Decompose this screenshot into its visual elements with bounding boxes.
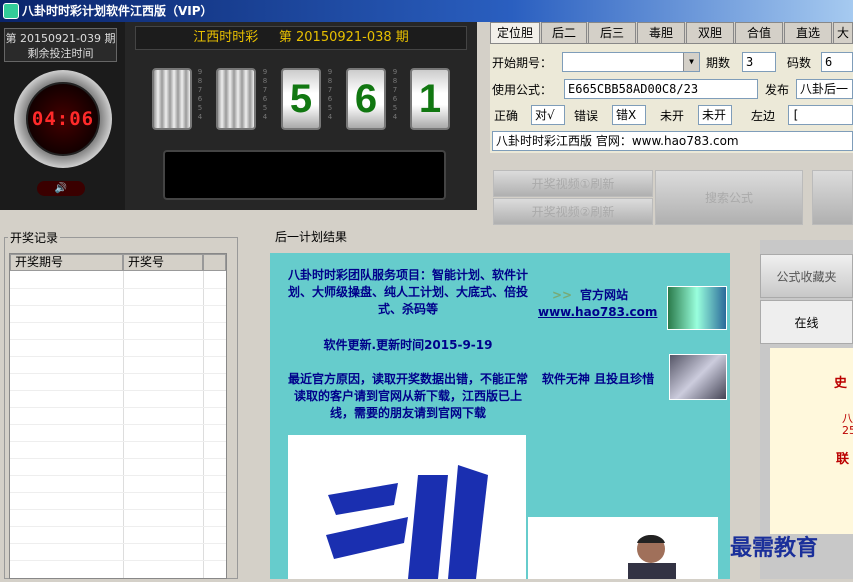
wrong-label: 错误 (574, 109, 599, 123)
results-panel: 八卦时时彩团队服务项目：智能计划、软件计划、大师级操盘、纯人工计划、大底式、倍投… (270, 253, 730, 579)
tab-hezhi[interactable]: 合值 (735, 22, 783, 43)
unopened-field[interactable]: 未开 (698, 105, 732, 125)
notice-text: 最近官方原因，读取开奖数据出错，不能正常读取的客户请到官网从新下载，江西版已上线… (288, 372, 529, 420)
reel-blank-2 (216, 68, 256, 130)
correct-label: 正确 (494, 109, 519, 123)
services-text: 八卦时时彩团队服务项目：智能计划、软件计划、大师级操盘、纯人工计划、大底式、倍投… (288, 268, 529, 316)
row-divider (10, 543, 226, 544)
search-formula-button[interactable]: 搜索公式 (655, 170, 803, 225)
side-notice: 史 八 25 联 (770, 348, 853, 534)
site-arrow: >> (552, 288, 573, 302)
site-link[interactable]: www.hao783.com (538, 304, 657, 321)
reel-scale: 987654 (392, 68, 398, 121)
reel-scale: 987654 (197, 68, 203, 121)
tab-houer[interactable]: 后二 (541, 22, 587, 43)
lottery-header: 江西时时彩 第 20150921-038 期 (135, 26, 467, 50)
tab-dudan[interactable]: 毒胆 (637, 22, 685, 43)
reel-scale: 987654 (262, 68, 268, 121)
video1-refresh-button[interactable]: 开奖视频①刷新 (493, 170, 653, 197)
tab-housan[interactable]: 后三 (588, 22, 636, 43)
favorites-button[interactable]: 公式收藏夹 (760, 254, 853, 298)
reel-blank-1 (152, 68, 192, 130)
start-issue-select[interactable]: ▼ (562, 52, 700, 72)
correct-field[interactable]: 对√ (531, 105, 565, 125)
history-table[interactable]: 开奖期号 开奖号 (9, 253, 227, 579)
tab-dingweidan[interactable]: 定位胆 (490, 22, 540, 44)
column-issue[interactable]: 开奖期号 (10, 254, 123, 271)
publish-label: 发布 (765, 83, 790, 97)
codes-label: 码数 (787, 56, 812, 70)
codes-field[interactable]: 6 (821, 52, 853, 72)
row-divider (10, 458, 226, 459)
left-label: 左边 (751, 109, 776, 123)
watermark: 最需教育 (730, 535, 819, 561)
update-text: 软件更新.更新时间2015-9-19 (323, 338, 493, 352)
site-field[interactable]: 八卦时时彩江西版 官网：www.hao783.com (492, 131, 853, 151)
person-photo (628, 534, 676, 579)
row-divider (10, 373, 226, 374)
formula-label: 使用公式： (492, 83, 553, 97)
row-divider (10, 322, 226, 323)
history-title: 开奖记录 (8, 229, 61, 246)
row-divider (10, 339, 226, 340)
chevron-down-icon[interactable]: ▼ (683, 53, 699, 71)
app-icon (3, 3, 19, 19)
row-divider (10, 509, 226, 510)
left-field[interactable]: [ (788, 105, 853, 125)
row-divider (10, 305, 226, 306)
right-panel: 公式收藏夹 在线 史 八 25 联 (760, 240, 853, 579)
row-divider (10, 492, 226, 493)
site-thumbnail[interactable] (667, 286, 727, 330)
banner-image (288, 435, 526, 579)
video2-refresh-button[interactable]: 开奖视频②刷新 (493, 198, 653, 225)
row-divider (10, 475, 226, 476)
side-text-1: 史 (834, 376, 848, 391)
publish-field[interactable]: 八卦后一 (796, 79, 853, 99)
start-issue-label: 开始期号： (492, 56, 553, 70)
lottery-name: 江西时时彩 (193, 30, 259, 45)
row-divider (10, 288, 226, 289)
column-number[interactable]: 开奖号 (123, 254, 203, 271)
plan-tabs: 定位胆 后二 后三 毒胆 双胆 合值 直选 大 (490, 22, 853, 44)
reel-digit-2: 6 (346, 68, 386, 130)
periods-field[interactable]: 3 (742, 52, 776, 72)
lottery-issue: 第 20150921-038 期 (278, 30, 409, 45)
periods-label: 期数 (706, 56, 731, 70)
remaining-time-label: 剩余投注时间 (27, 47, 94, 60)
side-text-4: 联 (836, 452, 850, 467)
row-divider (10, 356, 226, 357)
tab-zhixuan[interactable]: 直选 (784, 22, 832, 43)
row-divider (10, 441, 226, 442)
next-issue-box: 第 20150921-039 期 剩余投注时间 (4, 28, 117, 62)
row-divider (10, 390, 226, 391)
motto-text: 软件无神 且投且珍惜 (541, 372, 655, 386)
column-blank (203, 254, 226, 271)
row-divider (10, 424, 226, 425)
reel-scale: 987654 (327, 68, 333, 121)
online-button[interactable]: 在线 (760, 300, 853, 344)
row-divider (10, 560, 226, 561)
row-divider (10, 526, 226, 527)
plan-form: 开始期号： ▼ 期数 3 码数 6 使用公式： E665CBB58AD00C8/… (490, 43, 853, 153)
next-issue-number: 第 20150921-039 期 (5, 32, 116, 45)
wrong-field[interactable]: 错X (612, 105, 646, 125)
window-title: 八卦时时彩计划软件江西版（VIP） (0, 0, 853, 22)
row-divider (10, 407, 226, 408)
results-title: 后一计划结果 (275, 230, 348, 244)
countdown-time: 04:06 (31, 108, 95, 130)
tab-shuangdan[interactable]: 双胆 (686, 22, 734, 43)
result-display (163, 150, 446, 200)
site-label: 官方网站 (580, 288, 629, 302)
speaker-icon[interactable]: 🔊 (37, 181, 85, 196)
reel-digit-1: 5 (281, 68, 321, 130)
device-thumbnail (669, 354, 727, 400)
photo-box (528, 517, 718, 579)
tab-more[interactable]: 大 (833, 22, 853, 43)
reel-digit-3: 1 (410, 68, 450, 130)
side-text-3: 25 (842, 424, 853, 437)
extra-button[interactable] (812, 170, 853, 225)
banner-graphic (326, 465, 488, 579)
formula-field[interactable]: E665CBB58AD00C8/23 (564, 79, 758, 99)
unopened-label: 未开 (660, 109, 685, 123)
